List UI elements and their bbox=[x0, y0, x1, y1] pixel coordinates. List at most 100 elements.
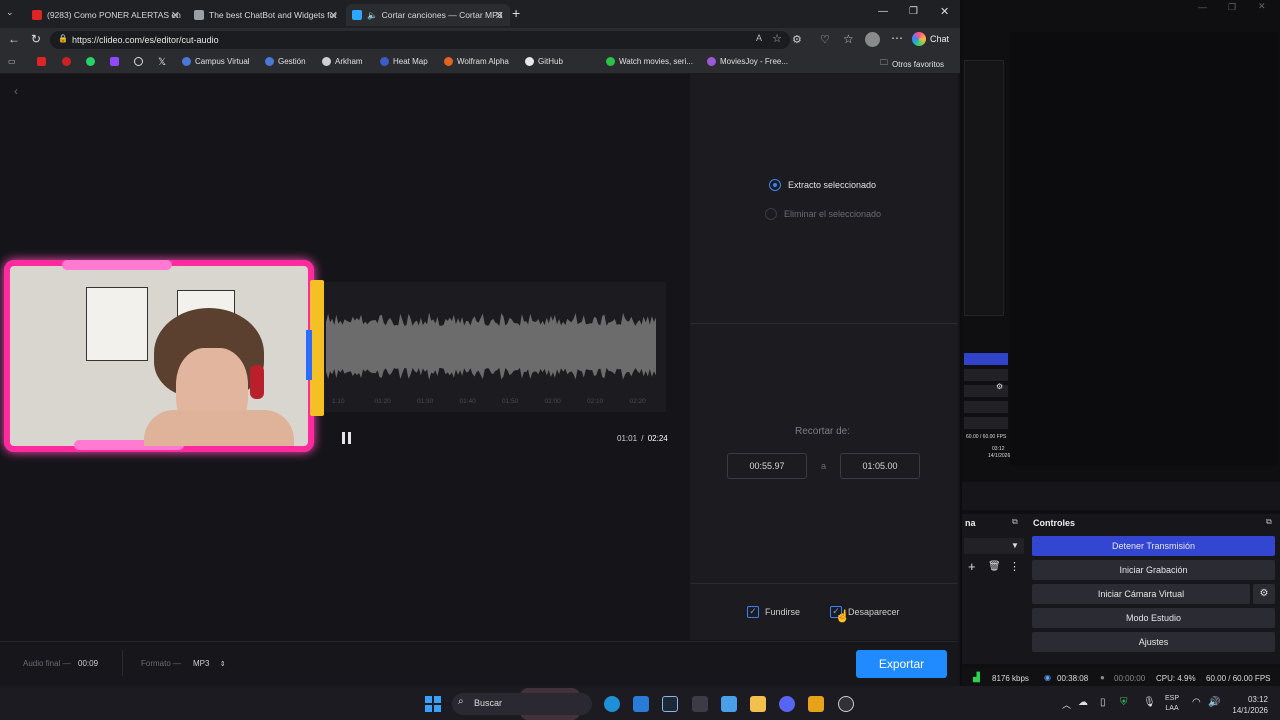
language-indicator[interactable]: ESP LAA bbox=[1165, 694, 1179, 714]
close-window-icon[interactable]: ✕ bbox=[940, 5, 949, 18]
virtual-camera-settings-icon[interactable]: ⚙ bbox=[1253, 584, 1275, 604]
favorites-icon[interactable]: ☆ bbox=[843, 32, 854, 46]
pause-icon[interactable] bbox=[341, 432, 353, 445]
restore-icon[interactable]: ❐ bbox=[909, 6, 918, 17]
tab-list-chevron-icon[interactable]: ⌄ bbox=[6, 7, 18, 19]
editor-back-icon[interactable]: ‹ bbox=[14, 84, 18, 98]
tray-chevron-icon[interactable]: ︿ bbox=[1062, 698, 1071, 711]
obs-mixer-row-selected[interactable] bbox=[964, 353, 1008, 365]
red-bookmark-icon[interactable] bbox=[62, 57, 75, 66]
selected-extract-label: Extracto seleccionado bbox=[788, 180, 877, 190]
obs-restore-icon[interactable]: ❐ bbox=[1228, 2, 1236, 13]
more-menu-icon[interactable]: ⋯ bbox=[891, 31, 903, 45]
chat-label: Chat bbox=[930, 34, 950, 44]
file-explorer-icon[interactable] bbox=[750, 696, 766, 712]
waveform-tick-label: 1:10 bbox=[332, 398, 345, 405]
bookmark-item[interactable]: MoviesJoy - Free... bbox=[707, 57, 788, 66]
usb-icon[interactable]: ▯ bbox=[1100, 697, 1106, 708]
obs-mini-fps: 60.00 / 60.00 FPS bbox=[966, 434, 1007, 440]
start-recording-button[interactable]: Iniciar Grabación bbox=[1032, 560, 1275, 580]
obs-mixer-row[interactable] bbox=[964, 369, 1008, 381]
bookmarks-bar: ▭ 𝕏 Campus Virtual Gestión Arkham Heat Map W… bbox=[0, 52, 960, 74]
new-tab-button[interactable]: + bbox=[512, 5, 520, 21]
campus-virtual-icon bbox=[182, 57, 191, 66]
studio-mode-button[interactable]: Modo Estudio bbox=[1032, 608, 1275, 628]
notepad-icon[interactable] bbox=[721, 696, 737, 712]
more-vertical-icon[interactable]: ⋮ bbox=[1009, 560, 1020, 573]
app-icon[interactable] bbox=[808, 696, 824, 712]
mic-icon[interactable]: 🎙 bbox=[1143, 697, 1156, 708]
trash-icon[interactable]: 🗑 bbox=[988, 561, 1001, 572]
dock-undock-icon[interactable]: ⧉ bbox=[1012, 517, 1018, 527]
close-tab-icon[interactable]: ✕ bbox=[329, 9, 338, 22]
openai-icon[interactable] bbox=[134, 57, 147, 66]
edge-icon[interactable] bbox=[604, 696, 620, 712]
shield-icon[interactable]: ⛨ bbox=[1120, 697, 1128, 708]
obs-mini-time: 03:12 bbox=[992, 446, 1005, 452]
pen-app-icon[interactable] bbox=[692, 696, 708, 712]
format-select[interactable]: MP3 ⇕ bbox=[193, 659, 226, 668]
obs-mixer-row[interactable] bbox=[964, 401, 1008, 413]
discord-icon[interactable] bbox=[779, 696, 795, 712]
copilot-chat-button[interactable]: Chat bbox=[912, 32, 949, 46]
bookmark-label: Watch movies, seri... bbox=[619, 57, 693, 66]
wall-poster-left bbox=[86, 287, 148, 361]
browser-essentials-icon[interactable]: ♡ bbox=[820, 33, 830, 46]
bookmark-item[interactable]: Arkham bbox=[322, 57, 363, 66]
obs-minimize-icon[interactable]: — bbox=[1198, 2, 1207, 12]
fade-in-checkbox[interactable]: ✓ bbox=[747, 606, 759, 618]
add-icon[interactable]: + bbox=[968, 559, 976, 574]
taskbar-search[interactable]: ⌕ Buscar bbox=[452, 693, 592, 715]
stop-stream-button[interactable]: Detener Transmisión bbox=[1032, 536, 1275, 556]
bookmark-item[interactable]: Gestión bbox=[265, 57, 306, 66]
bookmark-item[interactable]: GitHub bbox=[525, 57, 563, 66]
dock-undock-icon[interactable]: ⧉ bbox=[1266, 517, 1272, 527]
url-input[interactable]: 🔒 https://clideo.com/es/editor/cut-audio… bbox=[50, 31, 790, 49]
speaker-icon[interactable]: 🔈 bbox=[367, 10, 378, 21]
radio-delete-selected[interactable] bbox=[765, 208, 777, 220]
obs-mixer-row[interactable] bbox=[964, 417, 1008, 429]
profile-avatar[interactable] bbox=[865, 32, 880, 47]
youtube-bookmark-icon[interactable] bbox=[37, 57, 50, 66]
taskbar-clock[interactable]: 03:12 14/1/2026 bbox=[1228, 694, 1268, 716]
trim-end-input[interactable]: 01:05.00 bbox=[840, 453, 920, 479]
favorite-star-icon[interactable]: ☆ bbox=[772, 32, 782, 45]
obs-icon[interactable] bbox=[838, 696, 854, 712]
x-icon[interactable]: 𝕏 bbox=[158, 57, 166, 68]
bookmark-item[interactable]: Campus Virtual bbox=[182, 57, 250, 66]
radio-selected-extract[interactable] bbox=[769, 179, 781, 191]
minimize-icon[interactable]: — bbox=[878, 6, 888, 17]
tab-chatbot[interactable]: The best ChatBot and Widgets for ✕ bbox=[188, 4, 344, 26]
whatsapp-icon[interactable] bbox=[86, 57, 99, 66]
bookmark-item[interactable]: Wolfram Alpha bbox=[444, 57, 509, 66]
tab-youtube[interactable]: (9283) Como PONER ALERTAS en ✕ bbox=[26, 4, 186, 26]
close-tab-icon[interactable]: ✕ bbox=[495, 9, 504, 22]
folder-bookmark-icon[interactable]: 🗀 Otros favoritos bbox=[880, 57, 944, 71]
back-icon[interactable]: ← bbox=[8, 32, 20, 46]
onedrive-icon[interactable]: ☁ bbox=[1078, 697, 1088, 708]
waveform-tick-label: 02:00 bbox=[544, 398, 561, 405]
store-icon[interactable] bbox=[633, 696, 649, 712]
collections-icon[interactable]: ▭ bbox=[8, 57, 16, 66]
steam-icon[interactable] bbox=[662, 696, 678, 712]
headphones bbox=[250, 365, 264, 399]
close-tab-icon[interactable]: ✕ bbox=[171, 9, 180, 22]
windows-start-icon[interactable] bbox=[425, 696, 441, 712]
waveform-area[interactable]: 1:10 01:20 01:30 01:40 01:50 02:00 02:10 02:20 bbox=[322, 282, 666, 412]
settings-button[interactable]: Ajustes bbox=[1032, 632, 1275, 652]
obs-close-icon[interactable]: ✕ bbox=[1258, 1, 1266, 12]
twitch-icon[interactable] bbox=[110, 57, 123, 66]
start-virtual-camera-button[interactable]: Iniciar Cámara Virtual bbox=[1032, 584, 1250, 604]
extensions-icon[interactable]: ⚙ bbox=[792, 33, 802, 46]
wifi-icon[interactable]: ◠ bbox=[1192, 697, 1201, 708]
volume-icon[interactable]: 🔊 bbox=[1208, 697, 1220, 708]
read-aloud-icon[interactable]: A bbox=[756, 33, 762, 43]
bookmark-item[interactable]: Heat Map bbox=[380, 57, 428, 66]
export-button[interactable]: Exportar bbox=[856, 650, 947, 678]
lang-top: ESP bbox=[1165, 695, 1180, 702]
obs-settings-small-icon[interactable]: ⚙ bbox=[996, 382, 1003, 391]
refresh-icon[interactable]: ↻ bbox=[31, 32, 41, 46]
trim-start-input[interactable]: 00:55.97 bbox=[727, 453, 807, 479]
tab-clideo[interactable]: 🔈 Cortar canciones — Cortar MP3 ✕ bbox=[346, 4, 510, 26]
bookmark-item[interactable]: Watch movies, seri... bbox=[606, 57, 693, 66]
